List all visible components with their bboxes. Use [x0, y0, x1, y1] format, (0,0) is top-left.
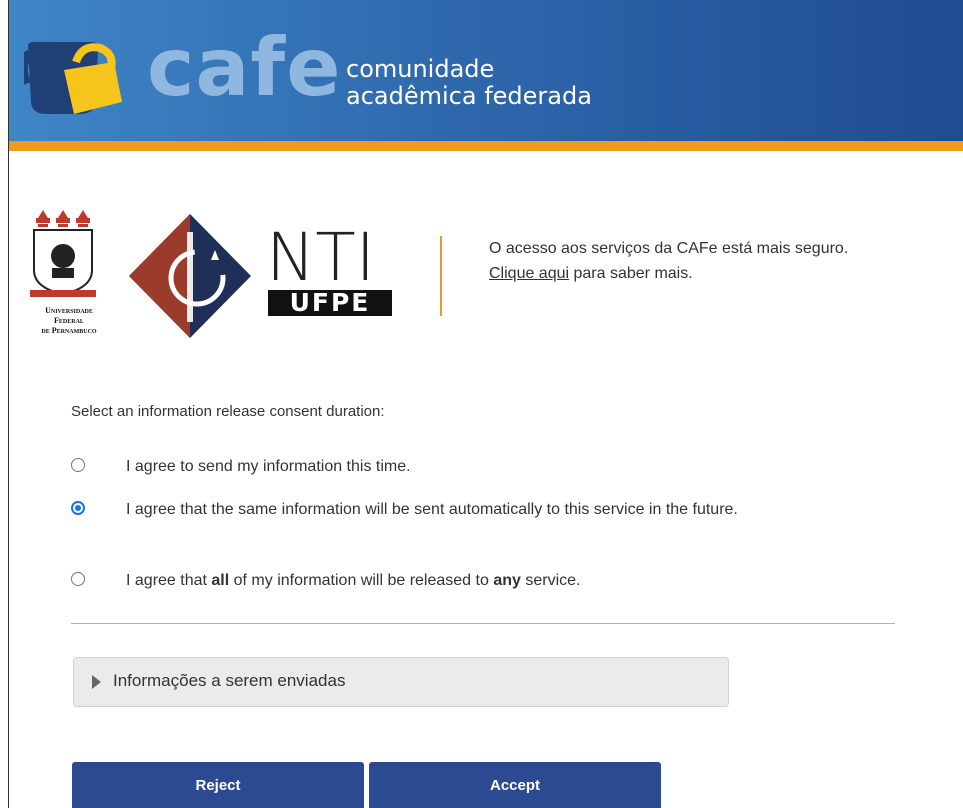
ufpe-caption-line-3: de Pernambuco: [41, 326, 97, 335]
option-label-any-emphasis: any: [493, 572, 521, 589]
reject-button[interactable]: Reject: [72, 762, 364, 808]
option-label-all-info: I agree that all of my information will …: [126, 570, 886, 591]
ufpe-caption: Universidade Federal de Pernambuco: [19, 306, 119, 336]
option-label-all-emphasis: all: [211, 572, 230, 589]
radio-all-info[interactable]: [71, 572, 85, 586]
coffee-cup-lock-icon: [24, 42, 122, 114]
brand-wordmark: cafe: [147, 21, 342, 114]
brand-tagline: comunidade acadêmica federada: [346, 56, 592, 110]
learn-more-link[interactable]: Clique aqui: [489, 265, 569, 282]
page-frame: cafe comunidade acadêmica federada Unive…: [8, 0, 963, 808]
tagline-line-1: comunidade: [346, 55, 495, 83]
header-banner: cafe comunidade acadêmica federada: [9, 0, 963, 141]
caret-right-icon: [92, 675, 101, 689]
option-label-this-time: I agree to send my information this time…: [126, 458, 411, 475]
section-divider: [71, 623, 895, 624]
tagline-line-2: acadêmica federada: [346, 82, 592, 110]
logo-divider: [440, 236, 442, 316]
radio-this-time[interactable]: [71, 458, 85, 472]
attributes-disclosure[interactable]: Informações a serem enviadas: [73, 657, 729, 707]
accept-button[interactable]: Accept: [369, 762, 661, 808]
option-label-all-part-3: service.: [520, 572, 581, 589]
nti-diamond-logo: [129, 214, 251, 338]
nti-wordmark: NTI: [266, 219, 376, 296]
security-notice-text: O acesso aos serviços da CAFe está mais …: [489, 240, 849, 257]
header-stripe: [9, 141, 963, 151]
ufpe-caption-line-1: Universidade: [45, 306, 93, 315]
ufpe-caption-line-2: Federal: [54, 316, 84, 325]
radio-same-info[interactable]: [71, 501, 85, 515]
option-label-same-info: I agree that the same information will b…: [126, 501, 738, 518]
nti-ufpe-label: UFPE: [268, 290, 392, 316]
security-notice-suffix: para saber mais.: [569, 265, 693, 282]
option-label-all-part-1: I agree that: [126, 572, 212, 589]
security-notice: O acesso aos serviços da CAFe está mais …: [489, 236, 959, 286]
consent-prompt: Select an information release consent du…: [71, 403, 385, 420]
option-label-all-part-2: of my information will be released to: [229, 572, 494, 589]
attributes-disclosure-label: Informações a serem enviadas: [113, 671, 346, 690]
